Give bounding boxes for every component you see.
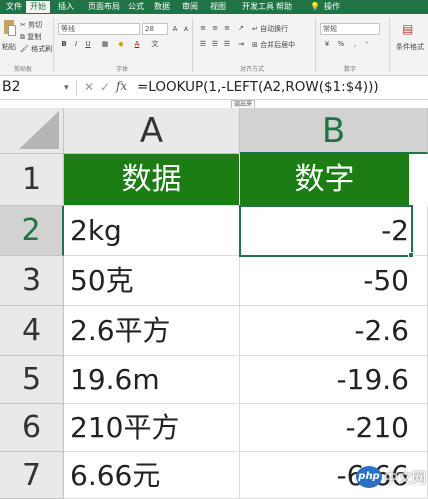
- tab-page-layout[interactable]: 页面布局: [84, 1, 124, 13]
- tab-formulas[interactable]: 公式: [124, 1, 148, 13]
- row-header-3[interactable]: 3: [0, 256, 64, 306]
- cell-a5[interactable]: 19.6m: [64, 356, 240, 404]
- paste-icon[interactable]: [2, 18, 16, 38]
- align-right-icon[interactable]: ☰: [222, 39, 232, 49]
- format-painter-label: 格式刷: [31, 45, 53, 53]
- conditional-format-button[interactable]: 条件格式: [396, 42, 424, 52]
- grow-font-button[interactable]: A: [170, 24, 180, 34]
- column-header-a[interactable]: A: [64, 108, 240, 154]
- conditional-format-icon[interactable]: ▤: [402, 23, 413, 35]
- column-header-b[interactable]: B: [240, 108, 428, 154]
- cell-b6[interactable]: -210: [240, 404, 428, 452]
- cell-b1[interactable]: 数字: [240, 154, 410, 206]
- number-group-label: 数字: [344, 66, 357, 73]
- group-divider: [315, 18, 316, 72]
- merge-center-button[interactable]: ⊞ 合并后居中: [252, 40, 295, 50]
- php-logo-icon: php: [356, 466, 382, 488]
- alignment-group-label: 对齐方式: [240, 66, 265, 73]
- name-box[interactable]: B2: [0, 76, 58, 99]
- select-all-triangle-icon: [19, 111, 59, 149]
- spreadsheet-grid: A B 1 数据 数字 2 2kg -2 3 50克 -50 4 2.6平方 -…: [0, 108, 428, 499]
- formula-input[interactable]: =LOOKUP(1,-LEFT(A2,ROW($1:$4))): [137, 76, 428, 99]
- tab-review[interactable]: 审阅: [178, 1, 202, 13]
- borders-icon[interactable]: ▦: [100, 39, 110, 49]
- ribbon-home: 粘贴 ✂ 剪切 ⧉ 复制 🖌 格式刷 剪贴板 等线 28 A A B I U ▦…: [0, 14, 428, 76]
- cell-a3[interactable]: 50克: [64, 256, 240, 306]
- tab-help[interactable]: 帮助: [272, 1, 296, 13]
- insert-function-button[interactable]: fx: [116, 79, 127, 93]
- watermark-text: 中文网: [384, 471, 426, 487]
- row-header-2[interactable]: 2: [0, 206, 64, 256]
- increase-decimal-icon[interactable]: ⁺: [362, 39, 372, 49]
- font-name-select[interactable]: 等线: [58, 23, 140, 35]
- number-format-select[interactable]: 常规: [320, 23, 380, 35]
- copy-button[interactable]: ⧉ 复制: [20, 32, 41, 42]
- indent-icon[interactable]: ⇥: [236, 39, 246, 49]
- align-middle-icon[interactable]: ≡: [210, 23, 220, 33]
- italic-button[interactable]: I: [71, 39, 81, 49]
- cell-a6[interactable]: 210平方: [64, 404, 240, 452]
- wrap-text-label: 自动换行: [260, 25, 289, 33]
- font-size-select[interactable]: 28: [142, 23, 168, 35]
- bold-button[interactable]: B: [59, 39, 69, 49]
- enter-icon[interactable]: ✓: [100, 80, 110, 94]
- select-all-button[interactable]: [0, 108, 64, 154]
- row-header-6[interactable]: 6: [0, 404, 64, 452]
- ribbon-tab-bar: 文件 开始 插入 页面布局 公式 数据 审阅 视图 开发工具 帮助 💡 操作: [0, 0, 428, 14]
- cell-b2[interactable]: -2: [240, 206, 428, 256]
- comma-button[interactable]: ,: [350, 39, 360, 49]
- underline-button[interactable]: U: [83, 39, 93, 49]
- font-group-label: 字体: [116, 66, 129, 73]
- group-divider: [192, 18, 193, 72]
- cell-a2[interactable]: 2kg: [64, 206, 240, 256]
- percent-button[interactable]: %: [336, 39, 346, 49]
- font-color-button[interactable]: A: [132, 39, 142, 49]
- group-divider: [389, 18, 390, 72]
- format-painter-button[interactable]: 🖌 格式刷: [20, 44, 52, 54]
- chevron-down-icon[interactable]: ▾: [64, 83, 69, 93]
- tab-insert[interactable]: 插入: [54, 1, 78, 13]
- formula-bar: B2 ▾ ✕ ✓ fx =LOOKUP(1,-LEFT(A2,ROW($1:$4…: [0, 76, 428, 100]
- copy-label: 复制: [27, 33, 42, 41]
- fill-color-icon[interactable]: ◆: [116, 39, 126, 49]
- paste-button[interactable]: 粘贴: [2, 42, 16, 52]
- shrink-font-button[interactable]: A: [181, 25, 191, 35]
- cut-label: 剪切: [28, 21, 43, 29]
- wrap-text-button[interactable]: ↵ 自动换行: [252, 24, 288, 34]
- watermark: php 中文网: [356, 460, 426, 496]
- row-header-1[interactable]: 1: [0, 154, 64, 206]
- orientation-icon[interactable]: ↗: [236, 23, 246, 33]
- row-header-7[interactable]: 7: [0, 452, 64, 499]
- cell-a7[interactable]: 6.66元: [64, 452, 240, 499]
- align-bottom-icon[interactable]: ≡: [222, 23, 232, 33]
- currency-icon[interactable]: ¥: [322, 39, 332, 49]
- group-divider: [53, 18, 54, 72]
- cell-a4[interactable]: 2.6平方: [64, 306, 240, 356]
- merge-center-label: 合并后居中: [260, 41, 296, 49]
- tell-me-search[interactable]: 操作: [320, 1, 344, 13]
- fill-handle[interactable]: [408, 252, 414, 258]
- tab-data[interactable]: 数据: [150, 1, 174, 13]
- cell-b5[interactable]: -19.6: [240, 356, 428, 404]
- formula-bar-divider: [76, 81, 77, 95]
- tab-file[interactable]: 文件: [2, 1, 26, 13]
- tab-home[interactable]: 开始: [26, 1, 50, 13]
- phonetic-button[interactable]: 文: [150, 39, 160, 49]
- cancel-icon[interactable]: ✕: [84, 80, 94, 94]
- tab-view[interactable]: 视图: [206, 1, 230, 13]
- align-center-icon[interactable]: ☰: [210, 39, 220, 49]
- cut-button[interactable]: ✂ 剪切: [20, 20, 42, 30]
- clipboard-group-label: 剪贴板: [14, 66, 33, 73]
- row-header-5[interactable]: 5: [0, 356, 64, 404]
- cell-a1[interactable]: 数据: [64, 154, 240, 206]
- cell-b4[interactable]: -2.6: [240, 306, 428, 356]
- align-top-icon[interactable]: ≡: [198, 23, 208, 33]
- row-header-4[interactable]: 4: [0, 306, 64, 356]
- align-left-icon[interactable]: ☰: [198, 39, 208, 49]
- cell-b3[interactable]: -50: [240, 256, 428, 306]
